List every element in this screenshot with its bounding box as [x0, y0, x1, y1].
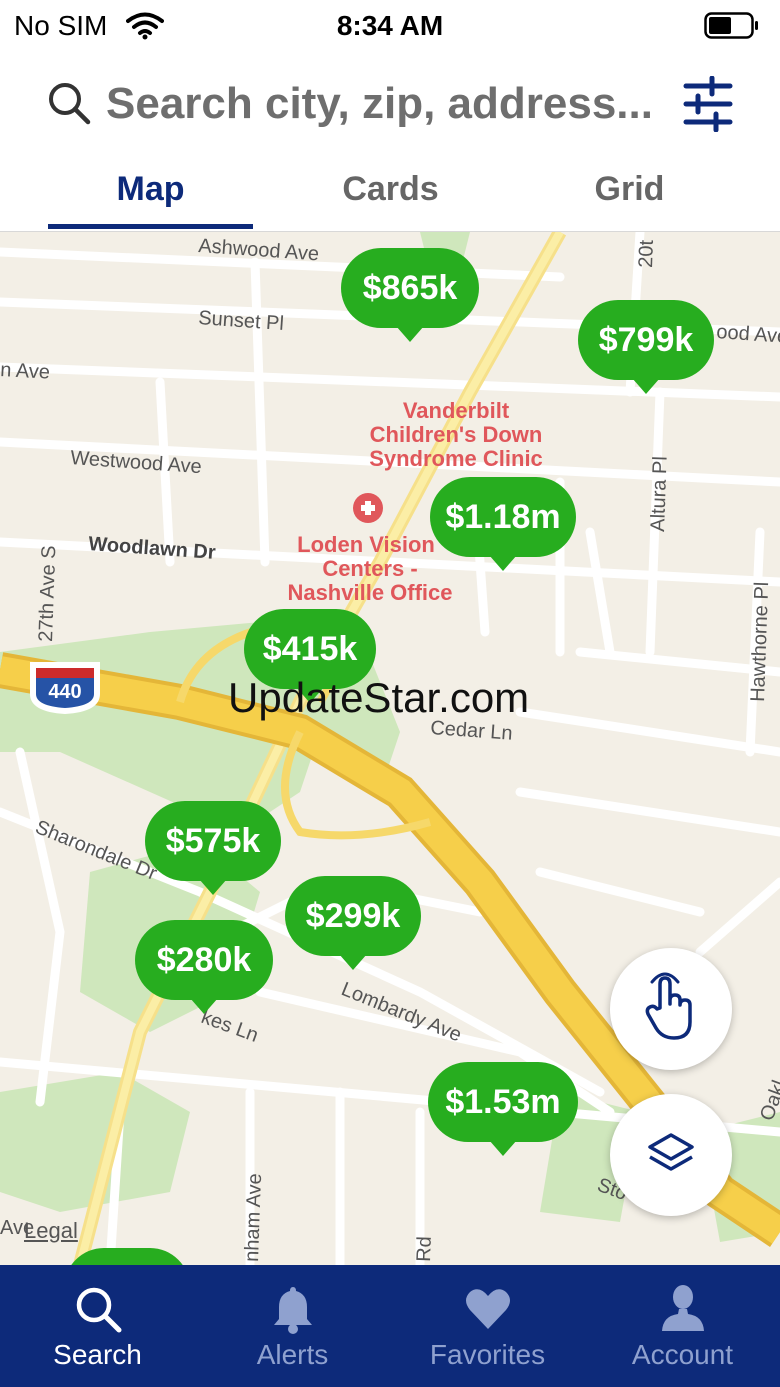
- search-icon: [46, 80, 92, 131]
- svg-text:Altura Pl: Altura Pl: [647, 456, 672, 532]
- nav-label: Favorites: [429, 1339, 546, 1370]
- svg-text:440: 440: [48, 681, 81, 703]
- tab-map[interactable]: Map: [48, 170, 253, 209]
- legal-link[interactable]: Legal: [24, 1218, 78, 1244]
- svg-text:27th Ave S: 27th Ave S: [35, 545, 60, 642]
- status-time: 8:34 AM: [336, 10, 444, 41]
- nav-label: Alerts: [256, 1339, 329, 1370]
- svg-text:Sunset Pl: Sunset Pl: [198, 307, 285, 335]
- svg-text:Vanderbilt: Vanderbilt: [403, 398, 510, 423]
- filter-sliders-icon[interactable]: [682, 75, 734, 137]
- draw-search-button[interactable]: [610, 948, 732, 1070]
- nav-label: Search: [53, 1339, 142, 1370]
- svg-text:20t: 20t: [635, 239, 658, 268]
- svg-text:Nashville Office: Nashville Office: [287, 580, 452, 605]
- svg-text:n Ave: n Ave: [0, 359, 51, 384]
- svg-text:Oakl: Oakl: [756, 1078, 780, 1124]
- battery-icon: [704, 12, 758, 39]
- nav-favorites[interactable]: Favorites: [390, 1265, 585, 1387]
- svg-text:Woodlawn Dr: Woodlawn Dr: [88, 533, 217, 564]
- bottom-nav: Search Alerts Favorites Account: [0, 1265, 780, 1387]
- price-pin[interactable]: $280k: [135, 920, 273, 1014]
- nav-alerts[interactable]: Alerts: [195, 1265, 390, 1387]
- price-pin[interactable]: $1.53m: [428, 1062, 578, 1156]
- hand-pointer-icon: [645, 972, 692, 1040]
- person-icon: [661, 1285, 704, 1331]
- active-tab-indicator: [48, 224, 253, 229]
- medical-icon: [353, 493, 383, 523]
- search-bar: [0, 56, 780, 152]
- svg-text:ood Ave: ood Ave: [716, 321, 780, 348]
- search-icon: [76, 1287, 121, 1333]
- nav-label: Account: [631, 1339, 734, 1370]
- view-tabs: Map Cards Grid: [0, 152, 780, 232]
- status-bar: No SIM 8:34 AM: [0, 0, 780, 52]
- svg-text:Syndrome Clinic: Syndrome Clinic: [369, 446, 543, 471]
- tab-grid[interactable]: Grid: [527, 170, 732, 209]
- interstate-shield-icon: 440: [30, 662, 100, 715]
- search-input[interactable]: [106, 74, 666, 134]
- svg-text:Rd: Rd: [413, 1236, 436, 1262]
- svg-text:Centers -: Centers -: [322, 556, 417, 581]
- map-layers-button[interactable]: [610, 1094, 732, 1216]
- svg-text:Loden Vision: Loden Vision: [297, 532, 435, 557]
- price-pin[interactable]: $1.18m: [430, 477, 576, 571]
- price-pin[interactable]: $575k: [145, 801, 281, 895]
- tab-cards[interactable]: Cards: [288, 170, 493, 209]
- nav-search[interactable]: Search: [0, 1265, 195, 1387]
- map-view[interactable]: Ashwood Ave Sunset Pl n Ave Westwood Ave…: [0, 232, 780, 1265]
- price-pin[interactable]: $799k: [578, 300, 714, 394]
- price-pin[interactable]: $299k: [285, 876, 421, 970]
- bell-icon: [273, 1287, 312, 1334]
- layers-icon: [648, 1133, 694, 1171]
- heart-icon: [465, 1289, 510, 1329]
- svg-text:Children's Down: Children's Down: [370, 422, 543, 447]
- svg-text:Hawthorne Pl: Hawthorne Pl: [747, 581, 773, 702]
- nav-account[interactable]: Account: [585, 1265, 780, 1387]
- watermark: UpdateStar.com: [228, 674, 530, 721]
- svg-text:nham Ave: nham Ave: [241, 1173, 266, 1262]
- price-pin[interactable]: $865k: [341, 248, 479, 342]
